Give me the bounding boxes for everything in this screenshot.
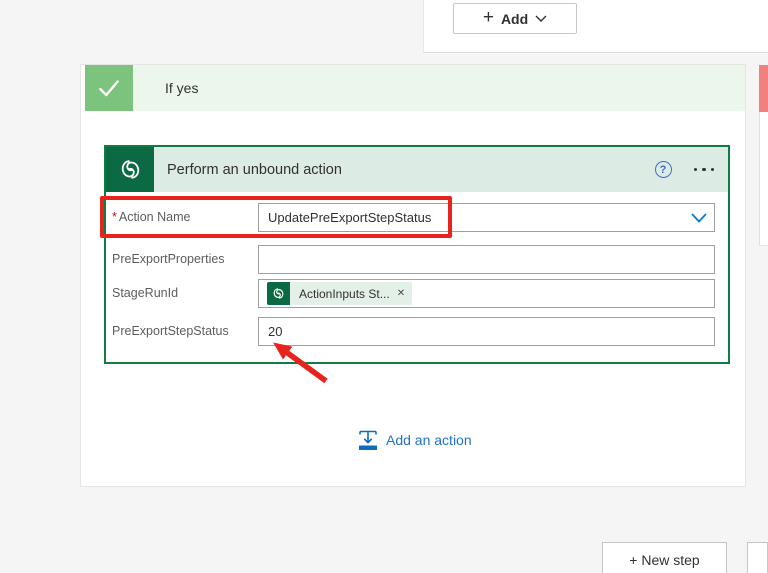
add-an-action-label: Add an action bbox=[386, 432, 472, 448]
if-no-branch-header-fragment[interactable] bbox=[759, 65, 768, 112]
if-yes-branch-header[interactable]: If yes bbox=[85, 65, 745, 111]
if-yes-label: If yes bbox=[165, 80, 199, 96]
stagerunid-label: StageRunId bbox=[112, 286, 179, 300]
dataverse-icon bbox=[121, 160, 139, 179]
preexportproperties-input[interactable] bbox=[258, 245, 715, 274]
dynamic-content-token[interactable]: ActionInputs St... ✕ bbox=[267, 282, 413, 305]
preexportproperties-label: PreExportProperties bbox=[112, 252, 225, 266]
insert-action-icon bbox=[359, 430, 377, 450]
action-card-title: Perform an unbound action bbox=[167, 161, 342, 178]
token-remove-icon[interactable]: ✕ bbox=[396, 288, 412, 299]
chevron-down-icon bbox=[535, 15, 547, 22]
action-card-header[interactable]: Perform an unbound action ? bbox=[106, 147, 728, 192]
add-an-action-link[interactable]: Add an action bbox=[357, 430, 472, 452]
add-case-button[interactable]: + Add bbox=[453, 3, 577, 34]
flow-designer-canvas: + Add If yes Perform an unbound action ?… bbox=[0, 0, 768, 573]
connector-tile bbox=[106, 147, 154, 192]
token-label: ActionInputs St... bbox=[299, 286, 390, 301]
action-name-label: * Action Name bbox=[112, 210, 191, 224]
plus-icon: + bbox=[482, 7, 494, 28]
combobox-chevron-icon[interactable] bbox=[690, 212, 708, 224]
new-step-button[interactable]: + New step bbox=[602, 542, 727, 573]
add-button-label: Add bbox=[500, 10, 529, 27]
ellipsis-menu-icon[interactable] bbox=[693, 167, 714, 172]
action-name-input[interactable] bbox=[258, 203, 715, 232]
help-icon[interactable]: ? bbox=[654, 161, 672, 178]
stagerunid-input[interactable]: ActionInputs St... ✕ bbox=[258, 279, 715, 308]
required-marker: * bbox=[112, 210, 117, 224]
save-button-fragment[interactable] bbox=[747, 542, 768, 573]
token-connector-tile bbox=[267, 282, 290, 305]
dataverse-icon bbox=[273, 288, 284, 299]
preexportstepstatus-input[interactable] bbox=[258, 317, 715, 346]
checkmark-icon bbox=[99, 80, 119, 97]
check-square bbox=[85, 65, 133, 111]
preexportstepstatus-label: PreExportStepStatus bbox=[112, 324, 229, 338]
unbound-action-card: Perform an unbound action ? * Action Name… bbox=[104, 145, 730, 364]
if-no-branch-panel-fragment bbox=[759, 112, 768, 246]
